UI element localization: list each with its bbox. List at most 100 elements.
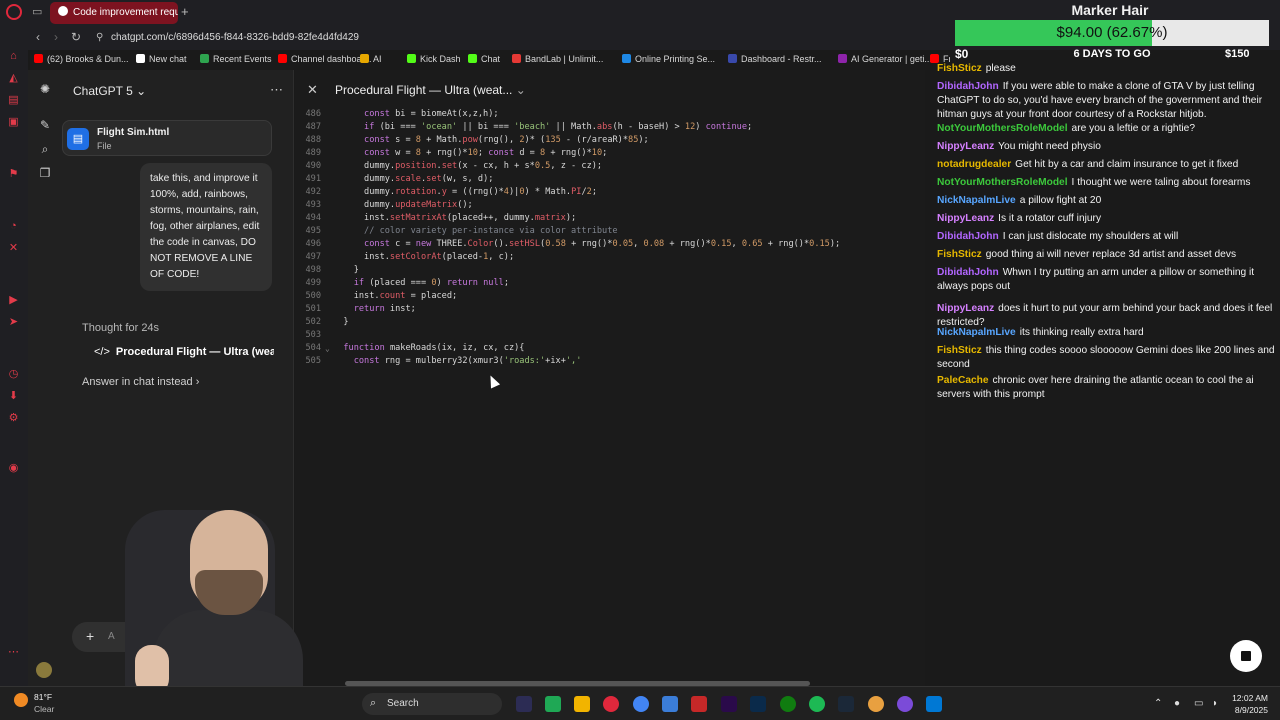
calendar-app-icon[interactable] <box>691 696 707 712</box>
network-icon[interactable]: ◗ <box>1212 698 1218 709</box>
chat-username[interactable]: NotYourMothersRoleModel <box>937 177 1068 188</box>
canvas-title[interactable]: Procedural Flight — Ultra (weat... ⌄ <box>335 83 526 97</box>
chat-username[interactable]: FishSticz <box>937 249 982 260</box>
audition-app-icon[interactable] <box>516 696 532 712</box>
photos-app-icon[interactable] <box>662 696 678 712</box>
reload-icon[interactable]: ↻ <box>71 30 81 44</box>
code-line: 498 } <box>295 264 925 277</box>
bookmark-item[interactable]: BandLab | Unlimit... <box>512 54 603 64</box>
bookmark-item[interactable]: Kick Dash <box>407 54 461 64</box>
close-icon[interactable]: ✕ <box>307 82 318 98</box>
line-number: 488 <box>305 135 321 145</box>
x-icon[interactable]: ✕ <box>7 242 20 255</box>
openai-logo-icon[interactable]: ✺ <box>38 82 52 96</box>
canvas-document-link[interactable]: </> Procedural Flight — Ultra (weath <box>94 346 274 358</box>
opera-app-icon[interactable] <box>603 696 619 712</box>
file-attachment[interactable]: ▤ Flight Sim.html File <box>62 120 272 156</box>
bookmark-item[interactable]: Dashboard - Restr... <box>728 54 822 64</box>
photoshop-app-icon[interactable] <box>750 696 766 712</box>
user-avatar[interactable] <box>36 662 52 678</box>
chat-username[interactable]: PaleCache <box>937 375 989 386</box>
app-icon[interactable] <box>868 696 884 712</box>
bookmark-label: Dashboard - Restr... <box>741 54 822 64</box>
workspaces-icon[interactable]: ▣ <box>7 116 20 129</box>
bookmark-item[interactable]: New chat <box>136 54 187 64</box>
chat-username[interactable]: NippyLeanz <box>937 141 994 152</box>
chat-username[interactable]: NickNapalmLive <box>937 327 1016 338</box>
code-text: function makeRoads(ix, iz, cx, cz){ <box>343 343 525 353</box>
site-info-icon[interactable]: ⚲ <box>96 32 103 43</box>
back-icon[interactable]: ‹ <box>36 30 40 44</box>
microphone-icon[interactable]: ● <box>1174 698 1180 709</box>
record-icon[interactable]: ◉ <box>7 462 20 475</box>
weather-icon[interactable] <box>14 693 28 707</box>
bookmark-item[interactable]: (62) Brooks & Dun... <box>34 54 129 64</box>
search-icon[interactable]: ⌕ <box>38 142 52 156</box>
bookmark-item[interactable]: Online Printing Se... <box>622 54 715 64</box>
code-line: 489 const w = 8 + rng()*10; const d = 8 … <box>295 147 925 160</box>
chat-username[interactable]: NickNapalmLive <box>937 195 1016 206</box>
line-number: 497 <box>305 252 321 262</box>
tray-chevron-icon[interactable]: ⌃ <box>1154 698 1162 709</box>
bookmark-item[interactable]: AI <box>360 54 382 64</box>
answer-in-chat-button[interactable]: Answer in chat instead › <box>82 376 199 388</box>
chat-username[interactable]: NotYourMothersRoleModel <box>937 123 1068 134</box>
url-field[interactable]: chatgpt.com/c/6896d456-f844-8326-bdd9-82… <box>111 32 359 43</box>
xbox-app-icon[interactable] <box>780 696 796 712</box>
chat-username[interactable]: NippyLeanz <box>937 213 994 224</box>
settings-icon[interactable]: ⚙ <box>7 412 20 425</box>
bookmarks-icon[interactable]: ▤ <box>7 94 20 107</box>
library-icon[interactable]: ❐ <box>38 166 52 180</box>
messenger-icon[interactable]: ◔ <box>7 220 20 233</box>
send-icon[interactable]: ➤ <box>7 316 20 329</box>
add-attachment-icon[interactable]: + <box>86 628 94 644</box>
bookmark-label: AI Generator | geti... <box>851 54 932 64</box>
chat-username[interactable]: DibidahJohn <box>937 267 999 278</box>
aria-icon[interactable]: ◭ <box>7 72 20 85</box>
code-icon: </> <box>94 346 110 358</box>
speed-dial-icon[interactable]: ⌂ <box>7 50 20 63</box>
line-number: 490 <box>305 161 321 171</box>
extension-icon[interactable]: ⚑ <box>7 168 20 181</box>
forward-icon[interactable]: › <box>54 30 58 44</box>
chat-username[interactable]: DibidahJohn <box>937 231 999 242</box>
bookmark-item[interactable]: Recent Events <box>200 54 272 64</box>
display-icon[interactable]: ▭ <box>1194 698 1203 709</box>
clock-time[interactable]: 12:02 AM <box>1224 693 1268 703</box>
premiere-app-icon[interactable] <box>721 696 737 712</box>
bookmark-item[interactable]: Chat <box>468 54 500 64</box>
chat-username[interactable]: NippyLeanz <box>937 303 994 314</box>
file-explorer-icon[interactable] <box>574 696 590 712</box>
stop-generating-button[interactable] <box>1230 640 1262 672</box>
opera-logo-icon[interactable] <box>6 4 22 20</box>
new-tab-button[interactable]: + <box>181 4 189 19</box>
code-area[interactable]: 486 const bi = biomeAt(x,z,h); 487 if (bi… <box>295 108 925 368</box>
download-icon[interactable]: ⬇ <box>7 390 20 403</box>
code-line: 504 function makeRoads(ix, iz, cx, cz){⌄ <box>295 342 925 355</box>
bookmark-item[interactable]: AI Generator | geti... <box>838 54 932 64</box>
chat-username[interactable]: FishSticz <box>937 345 982 356</box>
chat-username[interactable]: notadrugdealer <box>937 159 1011 170</box>
history-icon[interactable]: ◷ <box>7 368 20 381</box>
chrome-app-icon[interactable] <box>633 696 649 712</box>
more-icon[interactable]: ⋯ <box>7 646 20 659</box>
thought-duration[interactable]: Thought for 24s <box>82 322 159 334</box>
code-text: dummy.scale.set(w, s, d); <box>333 174 494 184</box>
player-icon[interactable]: ▶ <box>7 294 20 307</box>
steam-app-icon[interactable] <box>838 696 854 712</box>
fold-chevron-icon[interactable]: ⌄ <box>325 342 330 355</box>
bookmark-item[interactable]: Channel dashboar... <box>278 54 372 64</box>
taskbar-search[interactable]: ⌕ Search <box>362 693 502 715</box>
vscode-app-icon[interactable] <box>926 696 942 712</box>
model-selector[interactable]: ChatGPT 5 ⌄ <box>73 84 146 98</box>
chat-username[interactable]: DibidahJohn <box>937 81 999 92</box>
tab-menu-icon[interactable]: ▭ <box>32 5 42 18</box>
more-options-icon[interactable]: ⋯ <box>270 82 283 98</box>
new-chat-icon[interactable]: ✎ <box>38 118 52 132</box>
chat-username[interactable]: FishSticz <box>937 63 982 74</box>
active-tab[interactable]: Code improvement reque <box>50 2 178 24</box>
chatgpt-app-icon[interactable] <box>545 696 561 712</box>
clock-date[interactable]: 8/9/2025 <box>1224 705 1268 715</box>
spotify-app-icon[interactable] <box>809 696 825 712</box>
discord-app-icon[interactable] <box>897 696 913 712</box>
